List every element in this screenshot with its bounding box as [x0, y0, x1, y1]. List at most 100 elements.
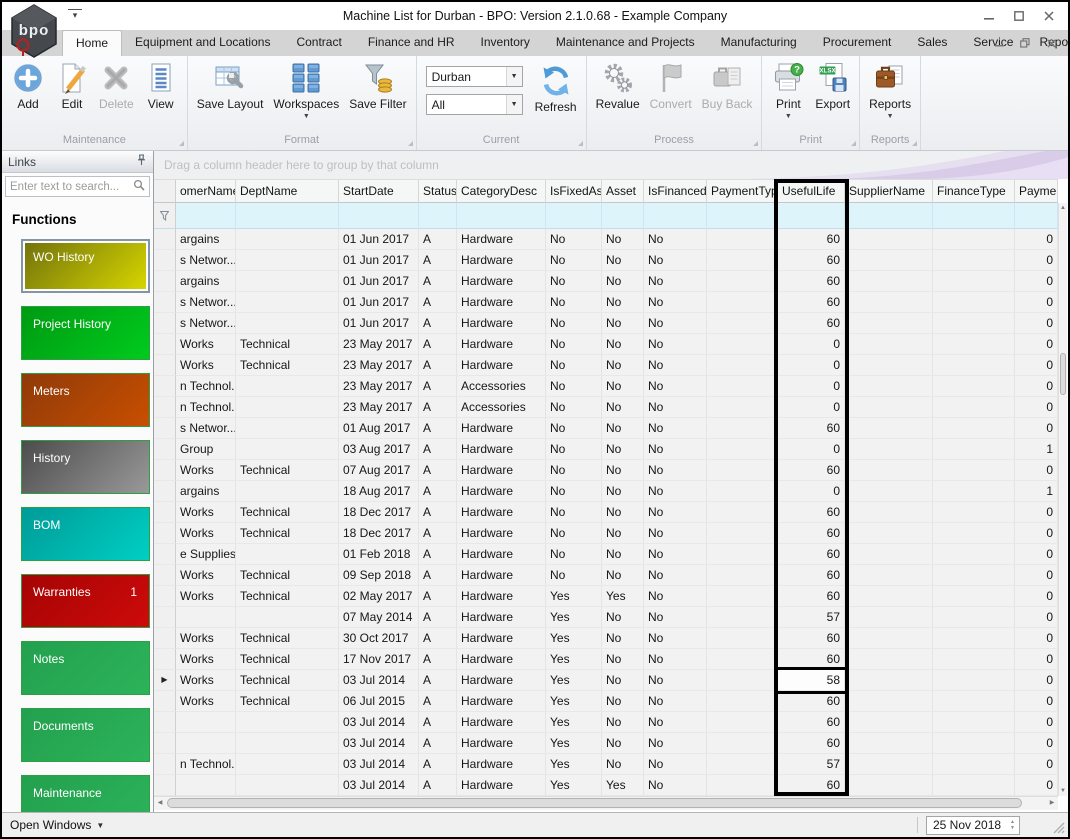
function-button-wo-history[interactable]: WO History [21, 239, 150, 293]
table-row[interactable]: n Technol...03 Jul 2014AHardwareYesNoNo5… [154, 754, 1068, 775]
grid-cell[interactable]: A [419, 775, 457, 796]
grid-cell[interactable]: 0 [1015, 313, 1058, 334]
grid-cell[interactable]: 0 [1015, 607, 1058, 628]
grid-cell[interactable]: No [602, 334, 644, 355]
table-row[interactable]: WorksTechnical17 Nov 2017AHardwareYesNoN… [154, 649, 1068, 670]
grid-cell[interactable]: No [602, 439, 644, 460]
grid-cell[interactable]: Technical [236, 670, 339, 691]
grid-cell[interactable]: Technical [236, 628, 339, 649]
grid-cell[interactable] [845, 313, 933, 334]
grid-cell[interactable]: No [546, 523, 602, 544]
table-row[interactable]: WorksTechnical02 May 2017AHardwareYesYes… [154, 586, 1068, 607]
grid-cell[interactable]: No [644, 271, 707, 292]
grid-cell[interactable]: Technical [236, 502, 339, 523]
grid-cell[interactable]: 03 Jul 2014 [339, 670, 419, 691]
grid-cell[interactable] [845, 544, 933, 565]
date-editor[interactable]: 25 Nov 2018 ▲▼ [926, 816, 1020, 835]
grid-cell[interactable] [845, 397, 933, 418]
grid-cell[interactable]: 60 [778, 733, 845, 754]
grid-cell[interactable]: A [419, 292, 457, 313]
grid-cell[interactable]: Hardware [457, 649, 546, 670]
filter-cell-asset[interactable] [602, 203, 644, 229]
grid-cell[interactable]: 23 May 2017 [339, 334, 419, 355]
function-button-meters[interactable]: Meters [21, 373, 150, 427]
table-row[interactable]: e Supplies...01 Feb 2018AHardwareNoNoNo6… [154, 544, 1068, 565]
scroll-down-icon[interactable]: ▼ [1059, 786, 1067, 796]
reports-button[interactable]: Reports ▼ [865, 60, 915, 121]
grid-cell[interactable] [707, 397, 778, 418]
grid-cell[interactable] [845, 250, 933, 271]
grid-cell[interactable] [845, 355, 933, 376]
grid-cell[interactable]: No [644, 334, 707, 355]
grid-cell[interactable]: No [644, 754, 707, 775]
grid-header-cell-status[interactable]: Status [419, 179, 457, 203]
grid-cell[interactable]: Hardware [457, 544, 546, 565]
grid-cell[interactable]: No [644, 376, 707, 397]
grid-cell[interactable]: 0 [1015, 754, 1058, 775]
grid-cell[interactable]: A [419, 439, 457, 460]
grid-cell[interactable]: 18 Dec 2017 [339, 523, 419, 544]
grid-cell[interactable]: Yes [546, 628, 602, 649]
grid-cell[interactable]: A [419, 250, 457, 271]
grid-cell[interactable]: No [602, 481, 644, 502]
grid-cell[interactable]: A [419, 523, 457, 544]
grid-header-cell-paymenttype[interactable]: PaymentType [707, 179, 778, 203]
grid-cell[interactable]: Hardware [457, 586, 546, 607]
grid-cell[interactable] [707, 523, 778, 544]
grid-cell[interactable]: No [644, 649, 707, 670]
grid-cell[interactable] [845, 565, 933, 586]
grid-cell[interactable]: No [644, 397, 707, 418]
grid-cell[interactable] [707, 271, 778, 292]
grid-cell[interactable] [933, 355, 1015, 376]
grid-cell[interactable] [933, 271, 1015, 292]
scroll-right-icon[interactable]: ▶ [1046, 797, 1058, 810]
horizontal-scrollbar[interactable]: ◀ ▶ [154, 796, 1058, 810]
grid-cell[interactable]: 0 [1015, 250, 1058, 271]
add-button[interactable]: Add [7, 60, 49, 112]
grid-cell[interactable]: Yes [546, 670, 602, 691]
grid-cell[interactable] [845, 649, 933, 670]
grid-cell[interactable] [933, 628, 1015, 649]
grid-cell[interactable]: No [644, 502, 707, 523]
grid-cell[interactable]: 60 [778, 313, 845, 334]
grid-cell[interactable] [845, 628, 933, 649]
tab-finance-and-hr[interactable]: Finance and HR [355, 30, 468, 56]
buy-back-button[interactable]: Buy Back [698, 60, 757, 112]
grid-cell[interactable]: No [546, 355, 602, 376]
tab-manufacturing[interactable]: Manufacturing [708, 30, 810, 56]
grid-cell[interactable]: No [602, 460, 644, 481]
grid-cell[interactable]: s Networ... [176, 250, 236, 271]
grid-cell[interactable] [933, 418, 1015, 439]
grid-cell[interactable]: 03 Jul 2014 [339, 775, 419, 796]
grid-cell[interactable] [236, 544, 339, 565]
grid-cell[interactable]: 03 Jul 2014 [339, 712, 419, 733]
grid-cell[interactable]: No [644, 628, 707, 649]
grid-cell[interactable]: No [644, 313, 707, 334]
grid-cell[interactable]: 0 [1015, 649, 1058, 670]
grid-cell[interactable]: Works [176, 691, 236, 712]
grid-cell[interactable]: Hardware [457, 271, 546, 292]
grid-cell[interactable]: 0 [778, 439, 845, 460]
grid-cell[interactable]: No [644, 418, 707, 439]
grid-cell[interactable]: Hardware [457, 502, 546, 523]
grid-cell[interactable]: No [546, 397, 602, 418]
table-row[interactable]: s Networ...01 Jun 2017AHardwareNoNoNo600 [154, 313, 1068, 334]
grid-cell[interactable]: n Technol... [176, 754, 236, 775]
ribbon-close-button[interactable] [1040, 33, 1062, 53]
grid-cell[interactable]: 0 [1015, 586, 1058, 607]
grid-cell[interactable]: A [419, 586, 457, 607]
grid-header-cell-paymentday[interactable]: PaymentDay [1015, 179, 1058, 203]
filter-cell-paymenttype[interactable] [707, 203, 778, 229]
grid-group-panel[interactable]: Drag a column header here to group by th… [154, 151, 1068, 179]
grid-header-cell-suppliername[interactable]: SupplierName [845, 179, 933, 203]
grid-cell[interactable]: 0 [1015, 670, 1058, 691]
grid-cell[interactable]: Technical [236, 523, 339, 544]
grid-cell[interactable]: 58 [778, 670, 845, 691]
grid-cell[interactable]: argains [176, 481, 236, 502]
pin-icon[interactable] [136, 154, 147, 169]
maximize-button[interactable] [1004, 2, 1034, 30]
grid-cell[interactable]: No [546, 502, 602, 523]
grid-cell[interactable]: No [602, 607, 644, 628]
grid-cell[interactable]: A [419, 460, 457, 481]
grid-cell[interactable]: 60 [778, 418, 845, 439]
